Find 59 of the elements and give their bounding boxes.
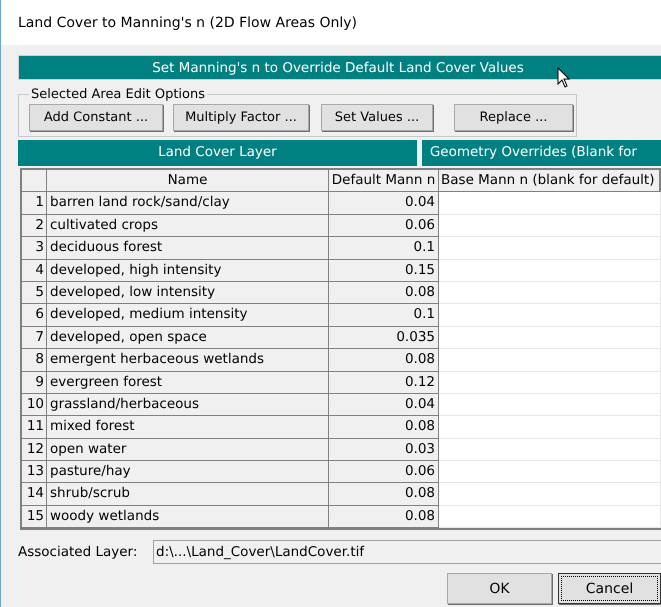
- table-cell: 0.03: [329, 438, 439, 462]
- table-cell: 0.04: [329, 394, 439, 416]
- input-cell[interactable]: [439, 506, 661, 528]
- input-cell[interactable]: [439, 304, 661, 327]
- input-cell[interactable]: [439, 483, 661, 506]
- input-cell[interactable]: [439, 214, 661, 238]
- table-cell: 0.15: [329, 260, 439, 282]
- input-cell[interactable]: [439, 461, 661, 484]
- table-cell: 0.1: [329, 304, 439, 327]
- group-header: Geometry Overrides (Blank for: [422, 140, 661, 166]
- input-cell[interactable]: [439, 438, 661, 462]
- input-cell[interactable]: [439, 237, 661, 260]
- table-cell: 0.08: [329, 506, 439, 528]
- input-cell[interactable]: [439, 372, 661, 394]
- layer-path-field[interactable]: d:\...\Land_Cover\LandCover.tif: [153, 540, 661, 564]
- mouse-cursor-icon: [557, 67, 571, 89]
- table-cell: 0.12: [329, 372, 439, 394]
- table-cell: grassland/herbaceous: [47, 394, 329, 416]
- table-cell: 0.06: [329, 214, 439, 238]
- input-cell[interactable]: [439, 192, 661, 215]
- dialog-button[interactable]: OK: [447, 573, 552, 604]
- table-cell: 0.08: [329, 483, 439, 506]
- input-cell[interactable]: [439, 282, 661, 304]
- table-cell: developed, medium intensity: [47, 304, 329, 327]
- input-cell[interactable]: [439, 349, 661, 372]
- table-cell: developed, high intensity: [47, 260, 329, 282]
- input-cell[interactable]: [439, 326, 661, 350]
- input-cell[interactable]: [439, 416, 661, 439]
- edit-option-button[interactable]: Add Constant ...: [29, 104, 163, 131]
- input-cell[interactable]: [439, 260, 661, 282]
- edit-option-button[interactable]: Set Values ...: [321, 104, 433, 131]
- table-cell: emergent herbaceous wetlands: [47, 349, 329, 372]
- table-cell: 0.04: [329, 192, 439, 215]
- table-cell: 0.06: [329, 461, 439, 484]
- table-cell: developed, low intensity: [47, 282, 329, 304]
- table-cell: mixed forest: [47, 416, 329, 439]
- table-cell: pasture/hay: [47, 461, 329, 484]
- edit-option-button[interactable]: Multiply Factor ...: [173, 104, 309, 131]
- edit-option-button[interactable]: Replace ...: [454, 104, 573, 131]
- banner-header: Set Manning's n to Override Default Land Cover Values: [18, 55, 661, 80]
- input-cell[interactable]: [439, 394, 661, 416]
- table-cell: 0.035: [329, 326, 439, 350]
- table-cell: developed, open space: [47, 326, 329, 350]
- window-title: Land Cover to Manning's n (2D Flow Areas Only): [18, 14, 358, 30]
- table-cell: woody wetlands: [47, 506, 329, 528]
- group-label: Selected Area Edit Options: [30, 87, 206, 102]
- table-cell: barren land rock/sand/clay: [47, 192, 329, 215]
- table-cell: evergreen forest: [47, 372, 329, 394]
- group-header: Land Cover Layer: [18, 140, 417, 166]
- table-cell: open water: [47, 438, 329, 462]
- table-cell: deciduous forest: [47, 237, 329, 260]
- table-cell: 0.1: [329, 237, 439, 260]
- dialog-button[interactable]: Cancel: [558, 573, 661, 604]
- table-cell: 0.08: [329, 349, 439, 372]
- field-label: Associated Layer:: [18, 544, 138, 560]
- table-cell: 0.08: [329, 282, 439, 304]
- table-cell: shrub/scrub: [47, 483, 329, 506]
- table-cell: 0.08: [329, 416, 439, 439]
- table-cell: cultivated crops: [47, 214, 329, 238]
